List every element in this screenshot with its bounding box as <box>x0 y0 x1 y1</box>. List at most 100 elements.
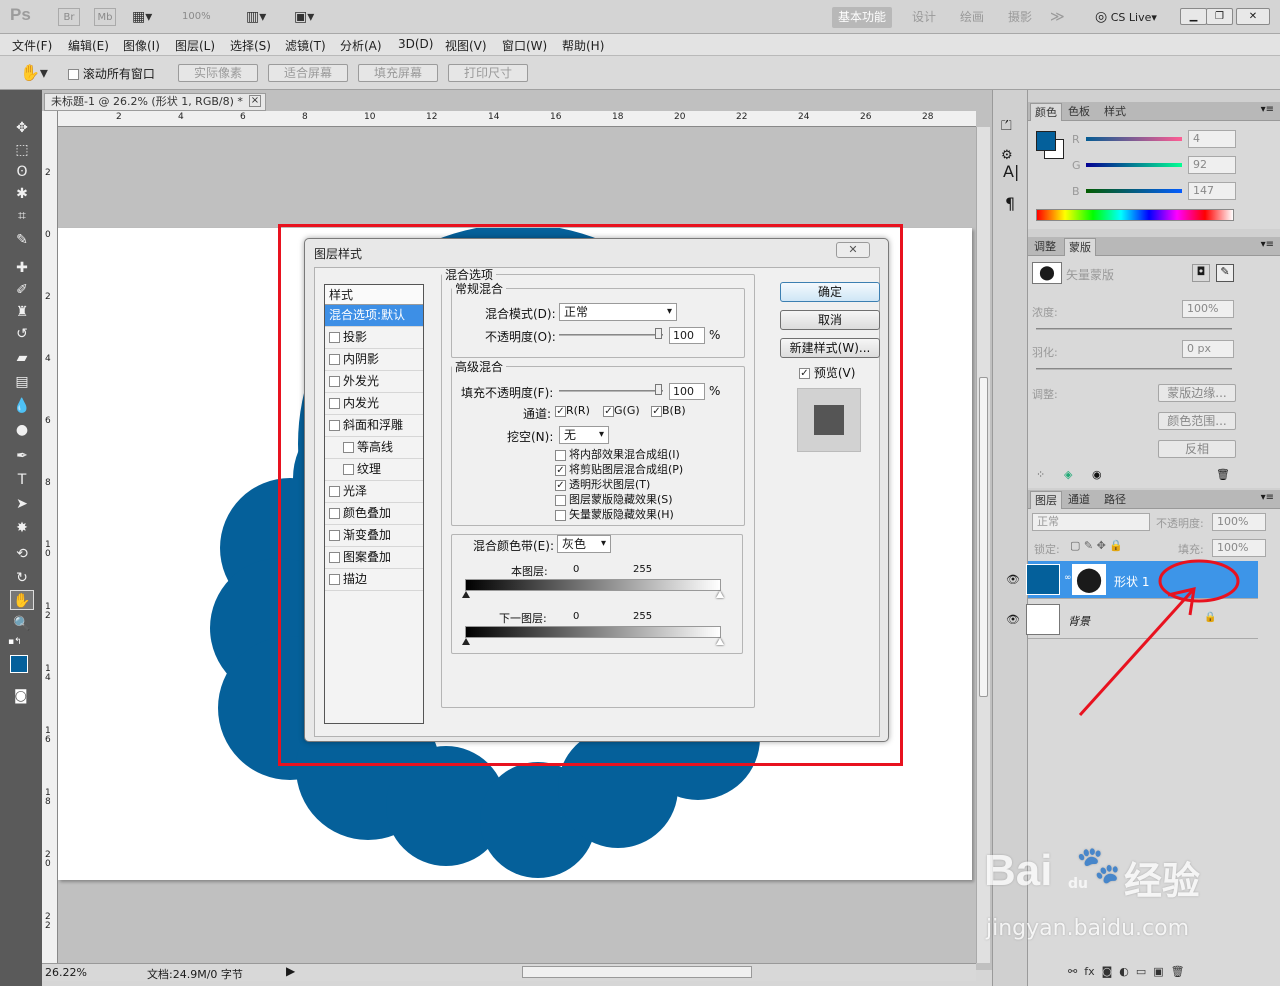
pixel-mask-icon[interactable]: ◘ <box>1192 264 1210 282</box>
layer-blend-mode-select[interactable]: 正常 <box>1032 513 1150 531</box>
minimize-icon[interactable]: ▁ <box>1180 8 1207 25</box>
visibility-eye-icon[interactable]: 👁 <box>1006 613 1020 626</box>
this-layer-gradient[interactable] <box>465 579 721 591</box>
delete-mask-icon[interactable]: 🗑 <box>1216 468 1230 481</box>
under-layer-gradient[interactable] <box>465 626 721 638</box>
3d-rotate-tool-icon[interactable]: ⟲ <box>10 544 34 564</box>
menu-view[interactable]: 视图(V) <box>445 37 487 54</box>
style-item[interactable]: 外发光 <box>325 371 423 393</box>
close-tab-icon[interactable]: × <box>249 95 261 107</box>
advanced-option-box[interactable] <box>555 449 566 461</box>
apply-mask-icon[interactable]: ◈ <box>1064 468 1072 481</box>
opacity-slider[interactable] <box>559 334 663 336</box>
r-value[interactable]: 4 <box>1188 130 1236 148</box>
bridge-button[interactable]: Br <box>58 8 80 26</box>
style-checkbox[interactable] <box>329 376 340 387</box>
fill-opacity-slider-thumb[interactable] <box>655 384 662 395</box>
invert-button[interactable]: 反相 <box>1158 440 1236 458</box>
character-panel-icon[interactable]: A| <box>1003 162 1019 181</box>
document-tab[interactable]: 未标题-1 @ 26.2% (形状 1, RGB/8) * × <box>44 93 266 111</box>
style-item[interactable]: 渐变叠加 <box>325 525 423 547</box>
menu-layer[interactable]: 图层(L) <box>175 37 215 54</box>
color-spectrum-ramp[interactable] <box>1036 209 1234 221</box>
disable-mask-icon[interactable]: ◉ <box>1092 468 1102 481</box>
fg-color-swatch[interactable] <box>1036 131 1056 151</box>
fill-opacity-slider[interactable] <box>559 390 663 392</box>
style-item[interactable]: 斜面和浮雕 <box>325 415 423 437</box>
workspace-design[interactable]: 设计 <box>912 7 936 28</box>
cancel-button[interactable]: 取消 <box>780 310 880 330</box>
style-checkbox[interactable] <box>329 420 340 431</box>
menu-edit[interactable]: 编辑(E) <box>68 37 109 54</box>
advanced-option-box[interactable]: ✓ <box>555 464 566 476</box>
screen-mode-icon[interactable]: ▣▾ <box>294 8 326 26</box>
r-slider[interactable] <box>1086 137 1182 141</box>
tab-masks[interactable]: 蒙版 <box>1064 238 1096 256</box>
style-checkbox[interactable] <box>343 464 354 475</box>
status-zoom[interactable]: 26.22% <box>45 966 87 979</box>
style-item[interactable]: 描边 <box>325 569 423 591</box>
knockout-select[interactable]: 无 <box>559 426 609 444</box>
menu-help[interactable]: 帮助(H) <box>562 37 604 54</box>
blend-if-select[interactable]: 灰色 <box>557 535 611 553</box>
workspace-painting[interactable]: 绘画 <box>960 7 984 28</box>
crop-tool-icon[interactable]: ⌗ <box>10 206 34 226</box>
zoom-level[interactable]: 100% <box>182 8 230 26</box>
history-brush-tool-icon[interactable]: ↺ <box>10 324 34 344</box>
style-checkbox[interactable] <box>343 442 354 453</box>
feather-slider[interactable] <box>1036 368 1232 370</box>
tab-paths[interactable]: 路径 <box>1100 491 1130 509</box>
vertical-scrollbar[interactable] <box>976 127 990 963</box>
foreground-color-swatch[interactable] <box>10 655 28 673</box>
arrange-documents-icon[interactable]: ▥▾ <box>246 8 278 26</box>
this-layer-black-slider[interactable] <box>462 591 470 598</box>
layers-panel-menu-icon[interactable]: ▾≡ <box>1261 492 1274 503</box>
layer-fill-thumbnail[interactable] <box>1026 564 1060 595</box>
opacity-input[interactable]: 100 <box>669 327 705 344</box>
advanced-option-checkbox[interactable]: ✓ 透明形状图层(T) <box>555 476 650 492</box>
style-checkbox[interactable] <box>329 508 340 519</box>
path-selection-tool-icon[interactable]: ➤ <box>10 494 34 514</box>
style-item[interactable]: 内阴影 <box>325 349 423 371</box>
under-layer-black-slider[interactable] <box>462 638 470 645</box>
vector-mask-add-icon[interactable]: ✎ <box>1216 264 1234 282</box>
style-checkbox[interactable] <box>329 354 340 365</box>
quick-selection-tool-icon[interactable]: ✱ <box>10 184 34 204</box>
background-layer-thumbnail[interactable] <box>1026 604 1060 635</box>
close-window-icon[interactable]: ✕ <box>1236 8 1270 25</box>
preview-checkbox[interactable]: ✓ 预览(V) <box>799 364 855 381</box>
horizontal-scroll-thumb[interactable] <box>522 966 752 978</box>
style-checkbox[interactable] <box>329 552 340 563</box>
advanced-option-box[interactable]: ✓ <box>555 479 566 491</box>
gradient-tool-icon[interactable]: ▤ <box>10 372 34 392</box>
load-selection-icon[interactable]: ⁘ <box>1036 468 1045 481</box>
advanced-option-checkbox[interactable]: ✓ 将剪贴图层混合成组(P) <box>555 461 683 477</box>
3d-orbit-tool-icon[interactable]: ↻ <box>10 568 34 588</box>
style-item[interactable]: 混合选项:默认 <box>325 305 423 327</box>
menu-analysis[interactable]: 分析(A) <box>340 37 382 54</box>
dodge-tool-icon[interactable]: ● <box>10 420 34 440</box>
eyedropper-tool-icon[interactable]: ✎ <box>10 230 34 250</box>
layer-opacity-value[interactable]: 100% <box>1212 513 1266 531</box>
menu-image[interactable]: 图像(I) <box>123 37 160 54</box>
b-slider[interactable] <box>1086 189 1182 193</box>
print-size-button[interactable]: 打印尺寸 <box>448 64 528 82</box>
fit-screen-button[interactable]: 适合屏幕 <box>268 64 348 82</box>
tab-channels[interactable]: 通道 <box>1064 491 1094 509</box>
density-value[interactable]: 100% <box>1182 300 1234 318</box>
workspace-photography[interactable]: 摄影 <box>1008 7 1032 28</box>
type-tool-icon[interactable]: T <box>10 470 34 490</box>
zoom-tool-icon[interactable]: 🔍 <box>10 614 34 634</box>
tab-styles[interactable]: 样式 <box>1100 103 1130 121</box>
restore-icon[interactable]: ❐ <box>1206 8 1233 25</box>
under-layer-white-slider[interactable] <box>716 638 724 645</box>
style-checkbox[interactable] <box>329 486 340 497</box>
paragraph-panel-icon[interactable]: ¶ <box>1005 194 1015 213</box>
advanced-option-checkbox[interactable]: 矢量蒙版隐藏效果(H) <box>555 506 674 522</box>
vertical-scroll-thumb[interactable] <box>979 377 988 697</box>
history-panel-icon[interactable]: ⏍ <box>1001 118 1012 134</box>
cs-live-button[interactable]: ◎ CS Live▾ <box>1095 7 1157 28</box>
view-extras-icon[interactable]: ▦▾ <box>132 8 164 26</box>
style-item[interactable]: 等高线 <box>325 437 423 459</box>
style-checkbox[interactable] <box>329 530 340 541</box>
